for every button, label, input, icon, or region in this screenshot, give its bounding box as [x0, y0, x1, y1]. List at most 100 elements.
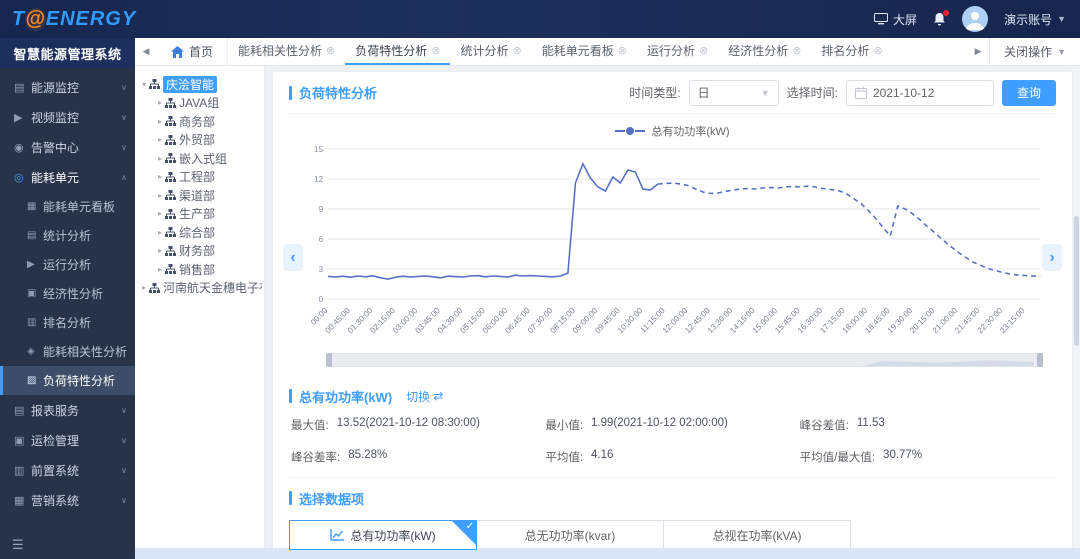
tab-close-icon[interactable]: ⊗	[326, 44, 335, 57]
time-type-select[interactable]: 日 ▼	[688, 79, 779, 106]
tab-3[interactable]: 能耗单元看板 ⊗	[532, 38, 637, 65]
tree-node-label: JAVA组	[179, 96, 220, 111]
metric-tab-2[interactable]: 总视在功率(kVA)	[663, 520, 851, 550]
tab-2[interactable]: 统计分析 ⊗	[450, 38, 531, 65]
horizontal-scroll-strip[interactable]	[135, 548, 1080, 559]
metric-tab-0[interactable]: 总有功功率(kW) ✓	[289, 520, 477, 550]
caret-collapsed-icon[interactable]: ▸	[155, 228, 165, 237]
chevron-up-icon: ∧	[121, 172, 127, 182]
tree-node-4[interactable]: ▸ 嵌入式组	[139, 149, 262, 168]
org-icon	[165, 245, 176, 256]
operation-icon: ▶	[27, 259, 35, 270]
sidebar-item-7[interactable]: ▦ 营销系统 ∨	[0, 485, 135, 515]
sidebar-item-4[interactable]: ▤ 报表服务 ∨	[0, 395, 135, 425]
stats-title-text: 总有功功率(kW)	[299, 389, 393, 405]
caret-collapsed-icon[interactable]: ▸	[139, 283, 149, 292]
tree-node-3[interactable]: ▸ 外贸部	[139, 131, 262, 150]
tabs-scroll-right-icon[interactable]: ▶	[967, 46, 989, 57]
tabs-scroll-left-icon[interactable]: ◀	[135, 46, 157, 57]
sidebar-subitem-2[interactable]: ▶ 运行分析	[0, 250, 135, 279]
tab-close-icon[interactable]: ⊗	[513, 44, 522, 57]
sidebar-subitem-1[interactable]: ▤ 统计分析	[0, 221, 135, 250]
vertical-scrollbar[interactable]	[1073, 66, 1080, 548]
caret-collapsed-icon[interactable]: ▸	[155, 98, 165, 107]
tab-close-icon[interactable]: ⊗	[873, 44, 882, 57]
tab-6[interactable]: 排名分析 ⊗	[811, 38, 892, 65]
account-menu[interactable]: 演示账号 ▼	[1004, 11, 1066, 28]
sidebar-item-1[interactable]: ▶ 视频监控 ∨	[0, 102, 135, 132]
caret-collapsed-icon[interactable]: ▸	[155, 209, 165, 218]
tab-close-icon[interactable]: ⊗	[699, 44, 708, 57]
tab-close-icon[interactable]: ⊗	[792, 44, 801, 57]
tree-node-8[interactable]: ▸ 综合部	[139, 223, 262, 242]
switch-metric-link[interactable]: 切换 ⇄	[406, 388, 443, 405]
chart-next-button[interactable]: ›	[1042, 244, 1062, 271]
sidebar-item-6[interactable]: ▥ 前置系统 ∨	[0, 455, 135, 485]
collapse-menu-icon[interactable]: ☰	[0, 531, 135, 559]
datazoom-slider[interactable]	[326, 353, 1043, 367]
title-accent-bar	[289, 85, 292, 100]
tab-1[interactable]: 负荷特性分析 ⊗	[345, 38, 451, 65]
caret-collapsed-icon[interactable]: ▸	[155, 154, 165, 163]
marketing-icon: ▦	[14, 494, 25, 507]
tab-4[interactable]: 运行分析 ⊗	[637, 38, 718, 65]
sidebar-item-2[interactable]: ◉ 告警中心 ∨	[0, 132, 135, 162]
chevron-down-icon: ∨	[121, 82, 127, 92]
query-button[interactable]: 查询	[1001, 79, 1056, 106]
metric-tab-1[interactable]: 总无功功率(kvar)	[476, 520, 664, 550]
tab-0[interactable]: 能耗相关性分析 ⊗	[228, 38, 345, 65]
sidebar: 智慧能源管理系统 ▤ 能源监控 ∨ ▶ 视频监控 ∨ ◉ 告警中心 ∨ ◎ 能耗单元 ∧ ▦ 能耗单元看板…	[0, 38, 135, 559]
big-screen-button[interactable]: 大屏	[874, 11, 917, 28]
title-accent-bar	[289, 389, 292, 403]
tab-home[interactable]: 首页	[157, 38, 229, 65]
svg-text:9: 9	[319, 204, 324, 214]
page-title-text: 负荷特性分析	[299, 86, 378, 101]
chart-prev-button[interactable]: ‹	[283, 244, 303, 271]
tree-node-5[interactable]: ▸ 工程部	[139, 168, 262, 187]
caret-collapsed-icon[interactable]: ▸	[155, 135, 165, 144]
chart-legend[interactable]: 总有功功率(kW)	[299, 114, 1046, 141]
org-icon	[165, 190, 176, 201]
sidebar-subitem-4[interactable]: ▥ 排名分析	[0, 308, 135, 337]
tree-node-7[interactable]: ▸ 生产部	[139, 205, 262, 224]
chevron-down-icon: ∨	[121, 465, 127, 475]
scrollbar-thumb[interactable]	[1074, 216, 1079, 346]
tab-close-icon[interactable]: ⊗	[431, 44, 440, 57]
tab-5[interactable]: 经济性分析 ⊗	[718, 38, 811, 65]
metric-tab-label: 总有功功率(kW)	[350, 528, 436, 543]
svg-text:00:00: 00:00	[309, 306, 330, 327]
caret-collapsed-icon[interactable]: ▸	[155, 246, 165, 255]
org-icon	[165, 208, 176, 219]
chevron-down-icon: ∨	[121, 112, 127, 122]
sidebar-item-5[interactable]: ▣ 运检管理 ∨	[0, 425, 135, 455]
caret-collapsed-icon[interactable]: ▸	[155, 265, 165, 274]
datazoom-preview	[862, 360, 1034, 366]
metric-tab-label: 总视在功率(kVA)	[712, 528, 802, 543]
close-operations-menu[interactable]: 关闭操作 ▼	[989, 38, 1080, 65]
tree-node-11[interactable]: ▸ 河南航天金穗电子有限公	[139, 279, 262, 298]
date-input[interactable]: 2021-10-12	[845, 79, 994, 106]
sidebar-item-0[interactable]: ▤ 能源监控 ∨	[0, 72, 135, 102]
tree-node-6[interactable]: ▸ 渠道部	[139, 186, 262, 205]
tree-node-10[interactable]: ▸ 销售部	[139, 260, 262, 279]
tree-node-2[interactable]: ▸ 商务部	[139, 112, 262, 131]
economy-icon: ▣	[27, 288, 37, 299]
tree-node-1[interactable]: ▸ JAVA组	[139, 94, 262, 113]
caret-collapsed-icon[interactable]: ▸	[155, 117, 165, 126]
tree-node-label: 外贸部	[179, 133, 216, 148]
sidebar-subitem-5[interactable]: ◈ 能耗相关性分析	[0, 337, 135, 366]
caret-collapsed-icon[interactable]: ▸	[155, 172, 165, 181]
sidebar-subitem-6[interactable]: ▨ 负荷特性分析	[0, 366, 135, 395]
sidebar-subitem-0[interactable]: ▦ 能耗单元看板	[0, 192, 135, 221]
tree-node-9[interactable]: ▸ 财务部	[139, 242, 262, 261]
avatar[interactable]	[962, 6, 989, 32]
tab-close-icon[interactable]: ⊗	[618, 44, 627, 57]
tree-node-0[interactable]: ▾ 庆浍智能	[139, 75, 262, 94]
sidebar-item-3[interactable]: ◎ 能耗单元 ∧	[0, 162, 135, 192]
notification-bell-icon[interactable]	[933, 10, 950, 26]
energy-unit-icon: ◎	[14, 171, 24, 184]
sidebar-subitem-3[interactable]: ▣ 经济性分析	[0, 279, 135, 308]
stat-item-4: 平均值: 4.16	[545, 449, 799, 465]
caret-collapsed-icon[interactable]: ▸	[155, 191, 165, 200]
caret-expanded-icon[interactable]: ▾	[139, 80, 149, 89]
